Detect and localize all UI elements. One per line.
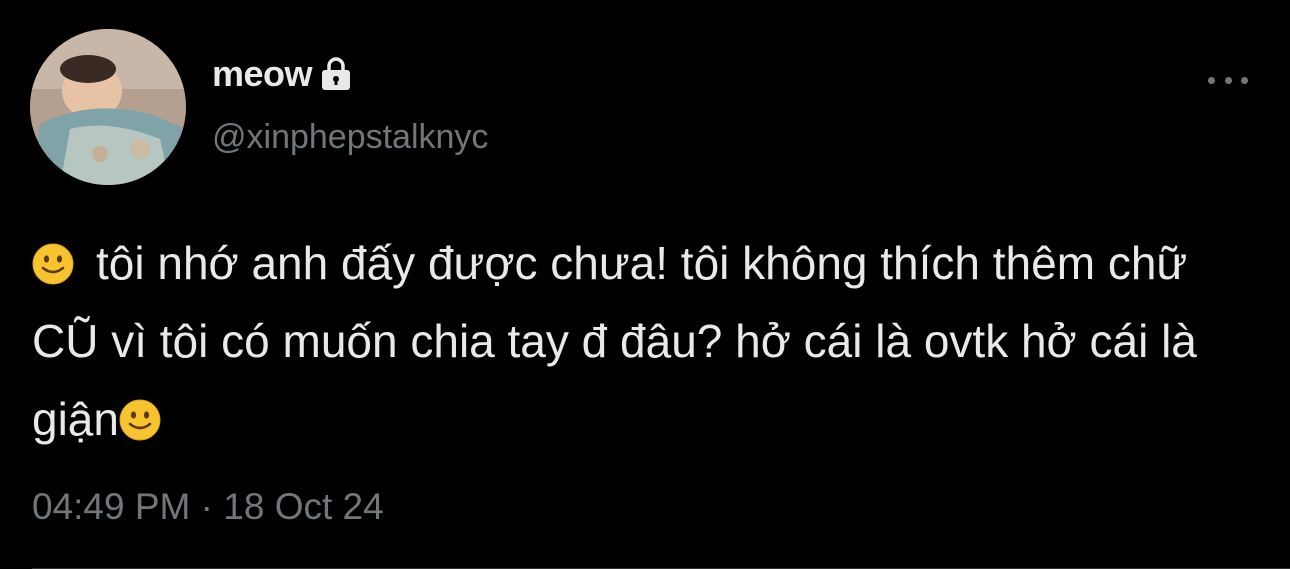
avatar-image <box>30 29 186 185</box>
slightly-smiling-face-icon <box>32 243 74 285</box>
timestamp-separator: · <box>200 486 213 527</box>
more-horizontal-icon-dot <box>1241 76 1248 84</box>
tweet-date[interactable]: 18 Oct 24 <box>223 486 383 527</box>
user-handle[interactable]: @xinphepstalknyc <box>212 118 488 157</box>
tweet-text: tôi nhớ anh đấy được chưa! tôi không thí… <box>32 224 1262 458</box>
tweet-body: tôi nhớ anh đấy được chưa! tôi không thí… <box>32 237 1197 445</box>
tweet-time[interactable]: 04:49 PM <box>32 486 190 527</box>
tweet-card: meow @xinphepstalknyc tôi nhớ anh đấy đư <box>0 0 1290 569</box>
display-name-row: meow <box>212 52 356 96</box>
more-horizontal-icon-dot <box>1224 76 1232 84</box>
lock-icon <box>316 54 356 94</box>
slightly-smiling-face-icon <box>119 399 161 441</box>
display-name[interactable]: meow <box>212 53 313 95</box>
more-options-button[interactable] <box>1208 66 1248 94</box>
more-horizontal-icon-dot <box>1208 76 1215 84</box>
timestamp-row: 04:49 PM · 18 Oct 24 <box>32 486 384 528</box>
avatar[interactable] <box>30 29 186 185</box>
